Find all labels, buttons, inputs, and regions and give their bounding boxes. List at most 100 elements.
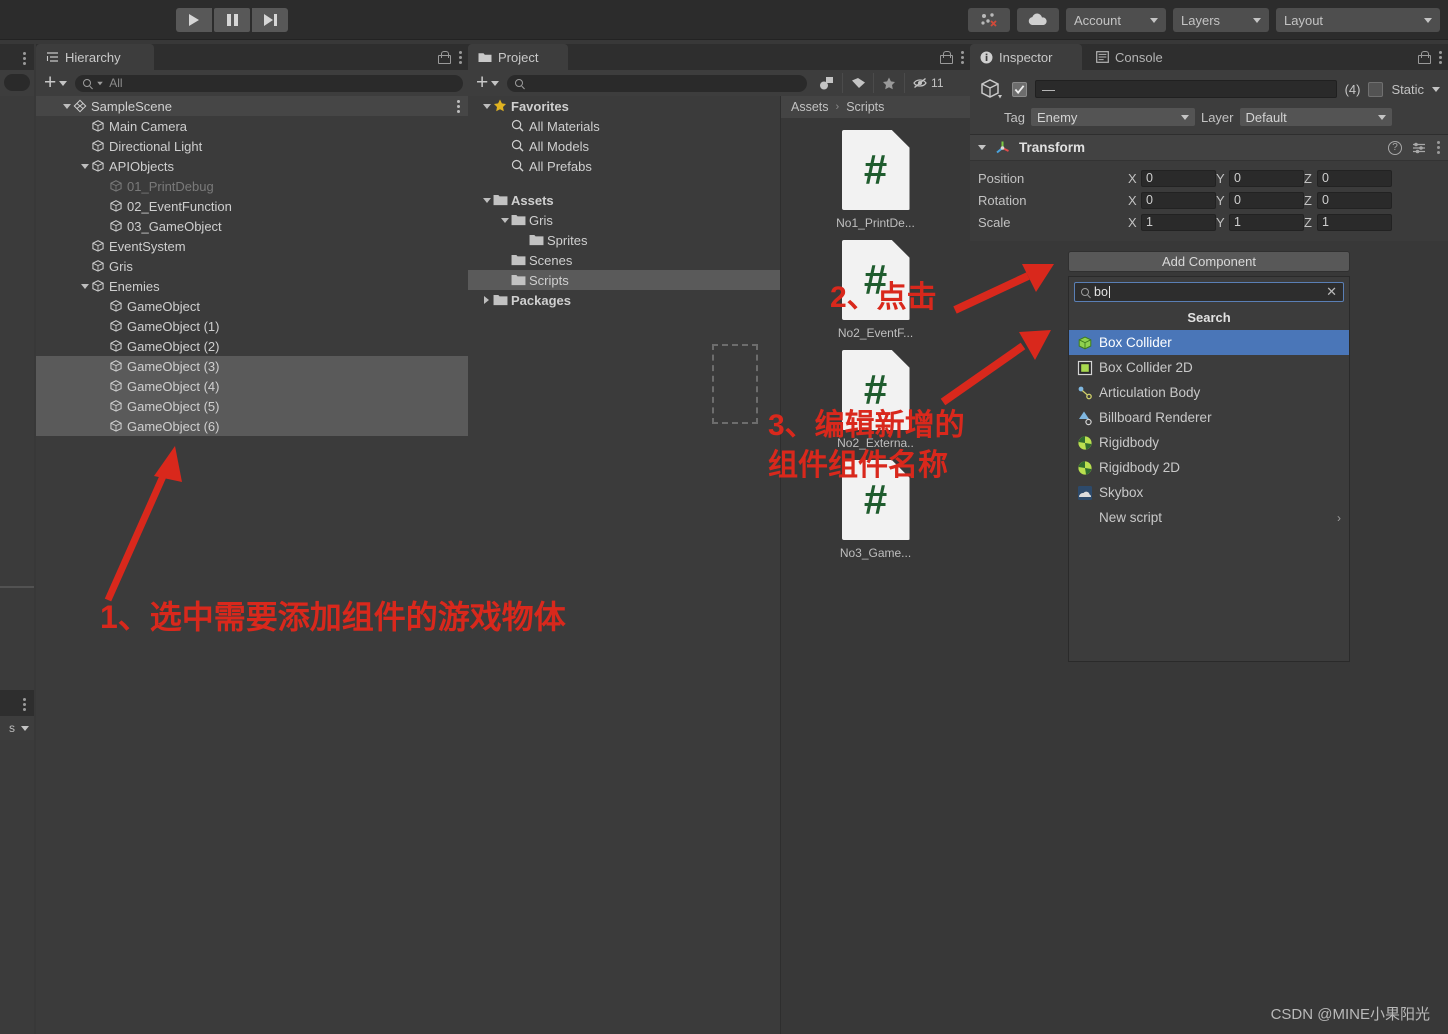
preset-icon[interactable] [1412,141,1427,155]
project-tree-item[interactable]: Sprites [468,230,780,250]
chevron-down-icon[interactable] [1432,86,1440,92]
tab-project[interactable]: Project [468,44,568,70]
filter-by-label-button[interactable] [843,73,875,93]
component-list-item[interactable]: New script › [1069,505,1349,530]
breadcrumb-assets[interactable]: Assets [791,100,829,114]
expand-arrow-icon[interactable] [480,103,493,109]
kebab-icon[interactable] [457,99,460,113]
project-tree-item[interactable]: All Prefabs [468,156,780,176]
collab-button[interactable] [968,8,1010,32]
project-tree-item[interactable]: Packages [468,290,780,310]
layer-dropdown[interactable]: Default [1239,108,1392,126]
transform-x-field[interactable]: X0 [1128,169,1216,187]
project-tree-item[interactable]: All Materials [468,116,780,136]
transform-x-field[interactable]: X1 [1128,213,1216,231]
collapse-arrow-icon[interactable] [480,296,493,304]
asset-item[interactable]: # No2_EventF... [821,240,931,340]
expand-arrow-icon[interactable] [498,217,511,223]
tab-inspector[interactable]: Inspector [970,44,1082,70]
hierarchy-item[interactable]: GameObject (5) [36,396,468,416]
component-list-item[interactable]: Billboard Renderer [1069,405,1349,430]
hierarchy-item[interactable]: Directional Light [36,136,468,156]
transform-y-field[interactable]: Y1 [1216,213,1304,231]
hierarchy-item[interactable]: GameObject (3) [36,356,468,376]
add-component-button[interactable]: Add Component [1068,251,1350,272]
help-icon[interactable]: ? [1388,140,1402,155]
create-asset-button[interactable]: + [473,72,502,93]
hierarchy-item[interactable]: Gris [36,256,468,276]
filter-by-type-button[interactable] [812,73,844,93]
filter-favorites-button[interactable] [874,73,906,93]
asset-item[interactable]: # No3_Game... [821,460,931,560]
hierarchy-item[interactable]: Enemies [36,276,468,296]
transform-x-field[interactable]: X0 [1128,191,1216,209]
expand-arrow-icon[interactable] [78,283,91,289]
pause-button[interactable] [214,8,250,32]
hierarchy-item[interactable]: APIObjects [36,156,468,176]
static-checkbox[interactable] [1368,81,1384,97]
project-tree-item[interactable]: Scenes [468,250,780,270]
transform-z-field[interactable]: Z0 [1304,169,1392,187]
lock-icon[interactable] [1418,50,1431,64]
transform-y-field[interactable]: Y0 [1216,191,1304,209]
clear-search-button[interactable]: ✕ [1326,284,1337,300]
cloud-button[interactable] [1017,8,1059,32]
hierarchy-item[interactable]: EventSystem [36,236,468,256]
hierarchy-item[interactable]: Main Camera [36,116,468,136]
chevron-down-icon[interactable] [978,145,986,150]
gameobject-name-field[interactable]: — [1035,80,1337,98]
expand-arrow-icon[interactable] [480,197,493,203]
component-list-item[interactable]: Box Collider 2D [1069,355,1349,380]
gameobject-active-checkbox[interactable] [1012,81,1027,97]
create-object-button[interactable]: + [41,72,70,93]
kebab-icon[interactable] [459,50,462,64]
component-list-item[interactable]: Box Collider [1069,330,1349,355]
component-list-item[interactable]: Rigidbody 2D [1069,455,1349,480]
hierarchy-item[interactable]: 02_EventFunction [36,196,468,216]
kebab-icon[interactable] [1439,50,1442,64]
lock-icon[interactable] [940,50,953,64]
asset-item[interactable]: # No2_Externa.. [821,350,931,450]
play-button[interactable] [176,8,212,32]
transform-z-field[interactable]: Z1 [1304,213,1392,231]
component-list-item[interactable]: Skybox [1069,480,1349,505]
kebab-icon[interactable] [961,50,964,64]
kebab-icon[interactable] [23,698,26,711]
layers-dropdown[interactable]: Layers [1173,8,1269,32]
asset-item[interactable]: # No1_PrintDe... [821,130,931,230]
hidden-packages-toggle[interactable]: 11 [905,73,951,93]
project-tree-item[interactable]: Gris [468,210,780,230]
lock-icon[interactable] [438,50,451,64]
hierarchy-item[interactable]: GameObject (2) [36,336,468,356]
component-search-input[interactable]: bo ✕ [1074,282,1344,302]
project-tree-item[interactable]: Assets [468,190,780,210]
hierarchy-item[interactable]: SampleScene [36,96,468,116]
hierarchy-item[interactable]: GameObject (1) [36,316,468,336]
component-list-item[interactable]: Articulation Body [1069,380,1349,405]
hierarchy-item[interactable]: GameObject [36,296,468,316]
kebab-icon[interactable] [1437,141,1440,154]
expand-arrow-icon[interactable] [60,103,73,109]
tag-dropdown[interactable]: Enemy [1030,108,1195,126]
project-tree-item[interactable]: Favorites [468,96,780,116]
tab-console[interactable]: Console [1086,44,1190,70]
transform-z-field[interactable]: Z0 [1304,191,1392,209]
tab-hierarchy[interactable]: Hierarchy [36,44,154,70]
transform-y-field[interactable]: Y0 [1216,169,1304,187]
step-button[interactable] [252,8,288,32]
kebab-icon[interactable] [23,52,26,65]
project-search-input[interactable] [507,74,808,92]
layout-dropdown[interactable]: Layout [1276,8,1440,32]
project-tree-item[interactable]: All Models [468,136,780,156]
hierarchy-item[interactable]: 01_PrintDebug [36,176,468,196]
component-list-item[interactable]: Rigidbody [1069,430,1349,455]
hierarchy-item[interactable]: 03_GameObject [36,216,468,236]
chevron-down-icon[interactable] [21,725,29,731]
hierarchy-item[interactable]: GameObject (4) [36,376,468,396]
project-tree-item[interactable]: Scripts [468,270,780,290]
hierarchy-search-input[interactable]: All [75,74,463,92]
breadcrumb-scripts[interactable]: Scripts [846,100,884,114]
account-dropdown[interactable]: Account [1066,8,1166,32]
hierarchy-item[interactable]: GameObject (6) [36,416,468,436]
expand-arrow-icon[interactable] [78,163,91,169]
